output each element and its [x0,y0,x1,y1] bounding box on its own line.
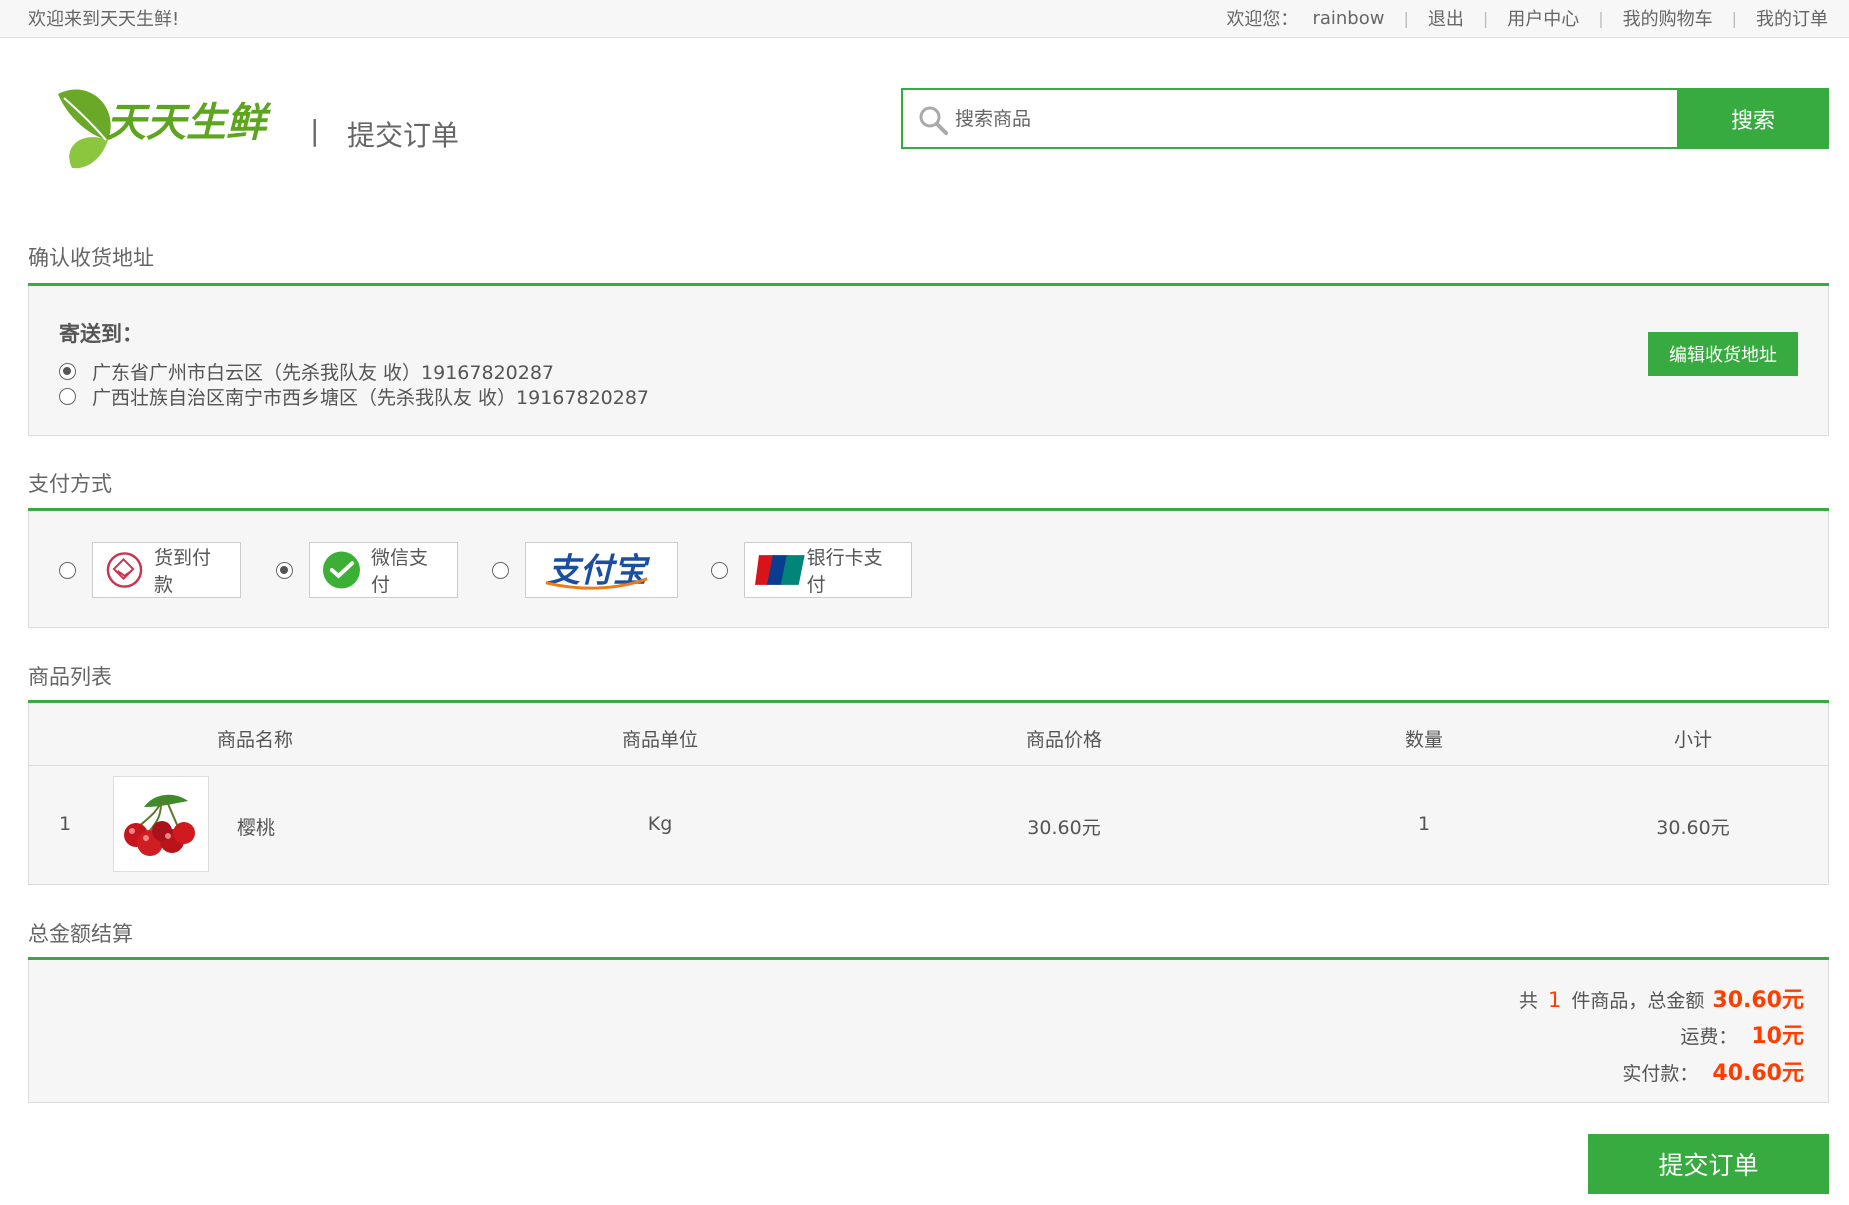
product-unit: Kg [647,813,673,835]
address-text: 广东省广州市白云区（先杀我队友 收）19167820287 [92,362,555,384]
divider: | [1482,8,1489,28]
pay-box[interactable]: 银行卡支付 [744,542,912,598]
column-header: 商品价格 [1025,729,1103,751]
submit-order-button[interactable]: 提交订单 [1588,1134,1829,1194]
payment-panel: 货到付款 微信支付 支付宝 银行卡支付 [28,511,1829,628]
address-section-title: 确认收货地址 [28,246,154,270]
search-bar: 搜索 [901,88,1829,149]
shipping-label: 运费： [1680,1026,1738,1048]
alipay-logo: 支付宝 [545,551,650,590]
shipping-line: 运费： 10元 [1680,1018,1804,1050]
edit-address-button[interactable]: 编辑收货地址 [1648,332,1798,376]
count-suffix: 件商品，总金额 [1571,990,1705,1012]
address-radio[interactable] [59,388,76,405]
actual-payment-line: 实付款： 40.60元 [1622,1055,1804,1087]
my-cart-link[interactable]: 我的购物车 [1623,5,1713,31]
address-option[interactable]: 广西壮族自治区南宁市西乡塘区（先杀我队友 收）19167820287 [59,383,649,410]
pay-option-cod[interactable]: 货到付款 [59,542,241,598]
page-title: 提交订单 [347,119,460,152]
pay-option-bankcard[interactable]: 银行卡支付 [711,542,912,598]
svg-text:天天生鲜: 天天生鲜 [106,100,272,146]
top-links: 欢迎您： rainbow | 退出 | 用户中心 | 我的购物车 | 我的订单 [1226,5,1828,31]
pay-label: 微信支付 [370,547,428,596]
header-separator: | [310,114,320,147]
search-input[interactable] [955,102,1655,136]
unionpay-icon [755,555,805,585]
divider: | [1598,8,1604,28]
totals-panel: 共 1 件商品，总金额 30.60元 运费： 10元 实付款： 40.60元 [28,960,1829,1103]
pay-box[interactable]: 微信支付 [309,542,458,598]
shipping-fee: 10元 [1751,1024,1804,1049]
column-header: 小计 [1673,729,1713,751]
search-icon [919,106,948,135]
column-header: 商品单位 [621,729,699,751]
pay-radio[interactable] [492,561,509,579]
logout-link[interactable]: 退出 [1428,5,1464,31]
username: rainbow [1312,7,1385,29]
search-box [901,88,1679,149]
pay-label: 货到付款 [153,547,211,596]
payment-section-title: 支付方式 [28,472,112,496]
column-header: 商品名称 [216,729,294,751]
pay-label: 银行卡支付 [806,547,883,596]
product-subtotal: 30.60元 [1656,817,1730,839]
user-center-link[interactable]: 用户中心 [1507,5,1579,31]
count-prefix: 共 [1519,990,1539,1012]
pay-radio[interactable] [711,561,728,579]
product-name: 樱桃 [236,817,276,839]
cherry-image [113,776,209,872]
welcome-text: 欢迎来到天天生鲜! [28,9,180,30]
my-orders-link[interactable]: 我的订单 [1756,5,1828,31]
actual-label: 实付款： [1622,1063,1699,1085]
ship-to-label: 寄送到： [59,322,143,346]
pay-radio[interactable] [59,561,76,579]
totals-section-title: 总金额结算 [28,922,133,946]
row-index: 1 [58,813,72,835]
divider: | [1403,8,1409,28]
search-button[interactable]: 搜索 [1677,88,1829,149]
wechat-pay-icon [322,551,360,589]
column-header: 数量 [1404,729,1444,751]
pay-box[interactable]: 货到付款 [92,542,241,598]
pay-option-alipay[interactable]: 支付宝 [492,542,678,598]
product-quantity: 1 [1417,813,1431,835]
pay-box[interactable]: 支付宝 [525,542,678,598]
site-logo[interactable]: 天天生鲜 [50,78,286,173]
product-price: 30.60元 [1027,817,1101,839]
address-radio[interactable] [59,363,76,380]
greeting-label: 欢迎您： [1226,9,1299,30]
address-option[interactable]: 广东省广州市白云区（先杀我队友 收）19167820287 [59,358,554,385]
goods-section-title: 商品列表 [28,665,112,689]
header-divider [29,765,1828,766]
goods-table: 商品名称 商品单位 商品价格 数量 小计 1 樱桃 Kg 30.60元 1 30… [28,703,1829,885]
goods-total: 30.60元 [1712,988,1804,1013]
cod-icon [106,552,143,588]
pay-radio[interactable] [276,561,293,579]
item-count: 1 [1548,988,1562,1012]
address-panel: 寄送到： 广东省广州市白云区（先杀我队友 收）19167820287 广西壮族自… [28,286,1829,436]
pay-option-wechat[interactable]: 微信支付 [276,542,458,598]
actual-payment: 40.60元 [1712,1061,1804,1086]
goods-total-line: 共 1 件商品，总金额 30.60元 [1519,982,1804,1014]
top-bar: 欢迎来到天天生鲜! 欢迎您： rainbow | 退出 | 用户中心 | 我的购… [0,0,1849,38]
divider: | [1731,8,1737,28]
address-text: 广西壮族自治区南宁市西乡塘区（先杀我队友 收）19167820287 [92,387,650,409]
